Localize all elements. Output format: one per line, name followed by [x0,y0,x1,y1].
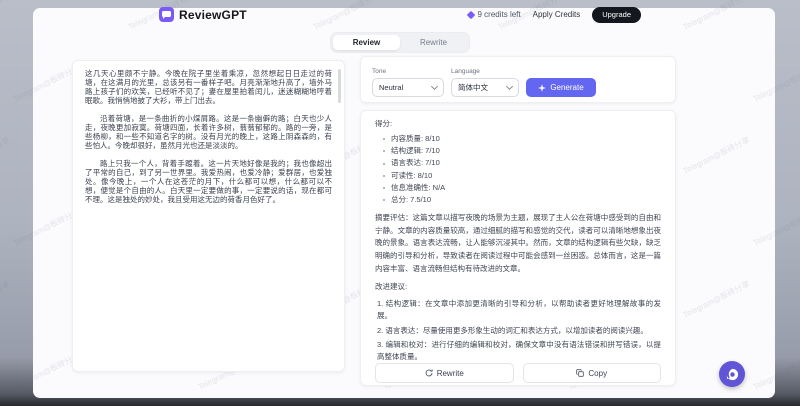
bullet-icon [383,150,385,153]
score-text: 结构逻辑: 7/10 [391,146,440,156]
app-title: ReviewGPT [179,7,247,22]
tone-label: Tone [372,68,387,75]
language-value: 简体中文 [458,83,488,92]
support-chat-button[interactable] [719,361,745,387]
score-item: 可读性: 8/10 [383,170,661,182]
result-actions: Rewrite Copy [375,363,661,384]
gem-icon [466,10,475,19]
generate-button[interactable]: Generate [526,78,596,97]
suggestion-item: 1. 结构逻辑：在文章中添加更清晰的引导和分析，以帮助读者更好地理解故事的发展。 [377,299,661,321]
app-logo: ReviewGPT [159,7,247,23]
credits-indicator: 9 credits left [466,10,521,20]
app-header: ReviewGPT 9 credits left Apply Credits U… [159,0,641,23]
copy-button[interactable]: Copy [522,363,661,384]
apply-credits-link[interactable]: Apply Credits [533,10,581,19]
tab-rewrite[interactable]: Rewrite [400,35,467,50]
editor-scrollbar[interactable] [338,69,341,103]
copy-icon [576,369,585,377]
score-item: 总分: 7.5/10 [383,194,661,206]
mode-tabs: Review Rewrite [330,31,470,53]
essay-paragraph: 这几天心里颇不宁静。今晚在院子里坐着乘凉，忽然想起日日走过的荷塘，在这满月的光里… [85,69,332,105]
language-field: Language 简体中文 [451,68,519,97]
tone-select[interactable]: Neutral [372,78,444,97]
bullet-icon [383,199,385,202]
header-actions: 9 credits left Apply Credits Upgrade [466,7,641,23]
chevron-down-icon [505,82,514,91]
score-item: 信息准确性: N/A [383,182,661,194]
generation-controls: Tone Neutral Language 简体中文 Generate [360,56,676,103]
score-heading: 得分: [375,119,393,128]
chevron-down-icon [430,82,439,91]
score-text: 总分: 7.5/10 [391,195,432,205]
suggestions-heading: 改进建议: [375,282,408,292]
summary-evaluation: 摘要评估：这篇文章以描写夜晚的场景为主题，展现了主人公在荷塘中感受到的自由和宁静… [375,213,661,273]
credits-label: 9 credits left [477,10,521,20]
score-text: 信息准确性: N/A [391,182,446,192]
bullet-icon [383,138,385,141]
score-text: 可读性: 8/10 [391,170,433,180]
chat-bubble-logo-icon [159,7,174,23]
suggestion-item: 2. 语言表达：尽量使用更多形象生动的词汇和表达方式，以增加读者的阅读兴趣。 [377,325,648,335]
generate-label: Generate [550,83,584,92]
upgrade-button[interactable]: Upgrade [592,7,641,23]
tone-value: Neutral [379,83,404,92]
suggestions-list: 1. 结构逻辑：在文章中添加更清晰的引导和分析，以帮助读者更好地理解故事的发展。… [375,296,661,363]
score-text: 内容质量: 8/10 [391,134,440,143]
refresh-icon [425,369,433,377]
essay-text: 这几天心里颇不宁静。今晚在院子里坐着乘凉，忽然想起日日走过的荷塘，在这满月的光里… [85,69,332,204]
score-item: 语言表达: 7/10 [383,157,661,169]
score-item: 结构逻辑: 7/10 [383,145,661,157]
bullet-icon [383,186,385,189]
language-select[interactable]: 简体中文 [451,78,519,97]
language-label: Language [451,68,480,75]
bullet-icon [383,162,385,165]
sparkle-icon [538,83,547,92]
essay-paragraph: 沿着荷塘，是一条曲折的小煤屑路。这是一条幽僻的路；白天也少人走，夜晚更加寂寞。荷… [85,114,332,150]
review-results-panel: 得分: 内容质量: 8/10 结构逻辑: 7/10 语言表达: 7/10 可读性: 8… [360,110,676,386]
chat-bubble-icon [726,368,738,380]
rewrite-button[interactable]: Rewrite [375,363,514,384]
copy-label: Copy [588,368,608,378]
rewrite-label: Rewrite [436,368,464,378]
score-list: 内容质量: 8/10 结构逻辑: 7/10 语言表达: 7/10 可读性: 8/10 信… [375,133,661,206]
score-text: 语言表达: 7/10 [391,158,440,168]
essay-input-editor[interactable]: 这几天心里颇不宁静。今晚在院子里坐着乘凉，忽然想起日日走过的荷塘，在这满月的光里… [72,60,345,372]
essay-paragraph: 路上只我一个人，背着手踱着。这一片天地好像是我的；我也像超出了平常的自己，到了另… [85,159,332,204]
tab-review[interactable]: Review [333,34,400,50]
tone-field: Tone Neutral [372,68,444,97]
bullet-icon [383,174,385,177]
score-item: 内容质量: 8/10 [383,133,661,145]
suggestion-item: 3. 编辑和校对：进行仔细的编辑和校对，确保文章中没有语法错误和拼写错误，以提高… [377,339,661,361]
